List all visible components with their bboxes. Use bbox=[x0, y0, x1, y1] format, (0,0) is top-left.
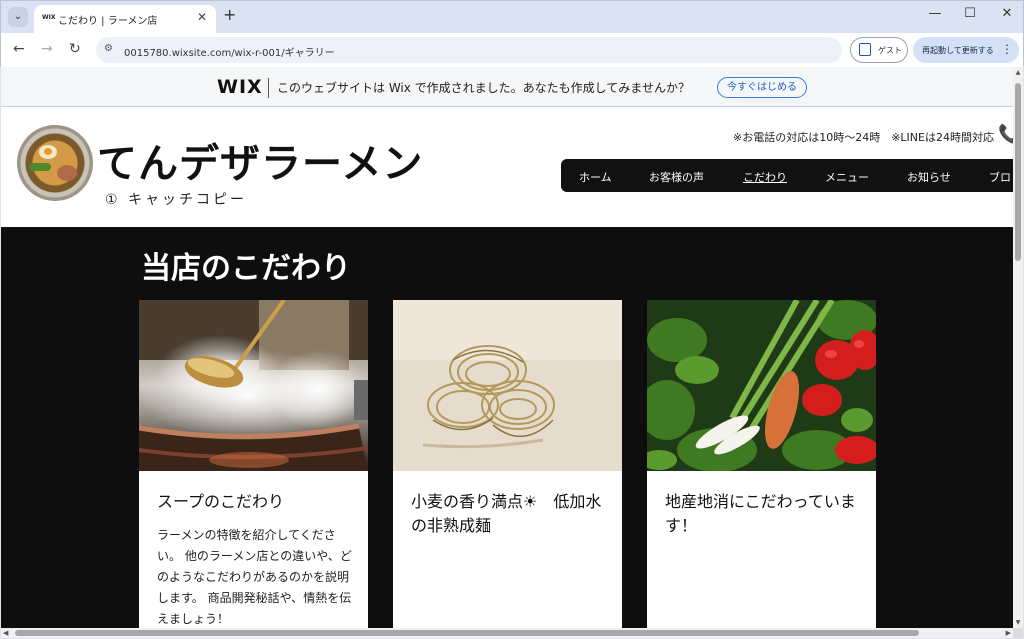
catch-copy: ① キャッチコピー bbox=[105, 192, 248, 208]
scrollbar-corner bbox=[1013, 628, 1023, 638]
scroll-down-icon[interactable]: ▼ bbox=[1013, 619, 1023, 626]
url-text: 0015780.wixsite.com/wix-r-001/ギャラリー bbox=[124, 48, 335, 59]
address-bar[interactable]: ⚙ 0015780.wixsite.com/wix-r-001/ギャラリー bbox=[96, 37, 842, 63]
card-title: 地産地消にこだわっています！ bbox=[665, 492, 856, 535]
horizontal-scrollbar[interactable]: ◀ ▶ bbox=[1, 628, 1013, 638]
start-now-button[interactable]: 今すぐはじめる bbox=[717, 77, 807, 98]
profile-icon bbox=[859, 43, 871, 56]
site-info-icon[interactable]: ⚙ bbox=[104, 43, 113, 54]
window-close-icon[interactable]: ✕ bbox=[997, 6, 1017, 21]
wix-promo-banner: WIX このウェブサイトは Wix で作成されました。あなたも作成してみませんか… bbox=[1, 67, 1013, 107]
wix-logo[interactable]: WIX bbox=[217, 76, 263, 98]
restart-label: 再起動して更新する bbox=[922, 46, 994, 55]
banner-divider bbox=[268, 78, 269, 98]
contact-hours: ※お電話の対応は10時〜24時 ※LINEは24時間対応 bbox=[733, 131, 994, 144]
main-nav: ホーム お客様の声 こだわり メニュー お知らせ ブロ bbox=[561, 159, 1013, 192]
nav-item-kodawari[interactable]: こだわり bbox=[743, 169, 787, 185]
browser-tab[interactable]: WIX こだわり | ラーメン店 ✕ bbox=[34, 5, 216, 34]
banner-message: このウェブサイトは Wix で作成されました。あなたも作成してみませんか？ bbox=[277, 81, 690, 95]
restart-to-update-button[interactable]: 再起動して更新する ⋮ bbox=[913, 37, 1019, 63]
back-arrow-icon[interactable]: ← bbox=[13, 41, 25, 57]
nav-item-news[interactable]: お知らせ bbox=[907, 169, 951, 185]
tab-search-chevron-icon[interactable]: ⌄ bbox=[8, 7, 28, 27]
card-vegetables[interactable]: 地産地消にこだわっています！ bbox=[647, 300, 876, 628]
reload-icon[interactable]: ↻ bbox=[69, 41, 81, 57]
vertical-scrollbar[interactable]: ▲ ▼ bbox=[1013, 67, 1023, 628]
nav-item-home[interactable]: ホーム bbox=[579, 169, 612, 185]
guest-profile-button[interactable]: ゲスト bbox=[850, 37, 908, 63]
horizontal-scroll-thumb[interactable] bbox=[15, 630, 919, 636]
chashu-topping bbox=[57, 165, 77, 181]
browser-toolbar: ← → ↻ ⚙ 0015780.wixsite.com/wix-r-001/ギャ… bbox=[0, 33, 1024, 67]
egg-yolk bbox=[44, 148, 52, 155]
phone-icon[interactable]: 📞 bbox=[998, 124, 1013, 145]
kodawari-section: 当店のこだわり スープのこだわり ラーメンの特徴を紹介してください。 他のラーメ… bbox=[1, 227, 1013, 628]
card-body: ラーメンの特徴を紹介してください。 他のラーメン店との違いや、どのようなこだわり… bbox=[157, 528, 352, 626]
tab-title: こだわり | ラーメン店 bbox=[58, 16, 158, 27]
nav-item-menu[interactable]: メニュー bbox=[825, 169, 869, 185]
page-viewport: WIX このウェブサイトは Wix で作成されました。あなたも作成してみませんか… bbox=[1, 67, 1013, 628]
soup-image bbox=[139, 300, 368, 471]
nav-item-reviews[interactable]: お客様の声 bbox=[649, 169, 704, 185]
minimize-icon[interactable]: — bbox=[925, 6, 945, 21]
site-title[interactable]: てんデザラーメン bbox=[97, 131, 423, 189]
wix-favicon-icon: WIX bbox=[42, 14, 56, 21]
greens-topping bbox=[29, 163, 51, 171]
more-menu-icon[interactable]: ⋮ bbox=[1001, 42, 1013, 56]
nav-item-blog[interactable]: ブロ bbox=[989, 169, 1011, 185]
card-title: スープのこだわり bbox=[157, 492, 285, 511]
new-tab-button[interactable]: + bbox=[223, 5, 236, 24]
card-noodles[interactable]: 小麦の香り満点☀ 低加水の非熟成麺 bbox=[393, 300, 622, 628]
vertical-scroll-thumb[interactable] bbox=[1015, 83, 1021, 261]
scroll-right-icon[interactable]: ▶ bbox=[1006, 629, 1011, 637]
guest-label: ゲスト bbox=[878, 46, 902, 55]
card-soup[interactable]: スープのこだわり ラーメンの特徴を紹介してください。 他のラーメン店との違いや、… bbox=[139, 300, 368, 628]
egg-topping bbox=[39, 145, 57, 159]
tab-close-icon[interactable]: ✕ bbox=[197, 10, 207, 24]
site-header: てんデザラーメン ① キャッチコピー ※お電話の対応は10時〜24時 ※LINE… bbox=[1, 107, 1013, 227]
section-title: 当店のこだわり bbox=[141, 251, 351, 286]
vegetables-image bbox=[647, 300, 876, 471]
forward-arrow-icon[interactable]: → bbox=[41, 41, 53, 57]
browser-tab-bar: ⌄ WIX こだわり | ラーメン店 ✕ + — ☐ ✕ bbox=[0, 0, 1024, 34]
scroll-left-icon[interactable]: ◀ bbox=[3, 629, 8, 637]
scroll-up-icon[interactable]: ▲ bbox=[1013, 69, 1023, 76]
maximize-icon[interactable]: ☐ bbox=[960, 6, 980, 21]
card-title: 小麦の香り満点☀ 低加水の非熟成麺 bbox=[411, 492, 602, 535]
ramen-logo-image[interactable] bbox=[17, 125, 93, 201]
noodles-image bbox=[393, 300, 622, 471]
